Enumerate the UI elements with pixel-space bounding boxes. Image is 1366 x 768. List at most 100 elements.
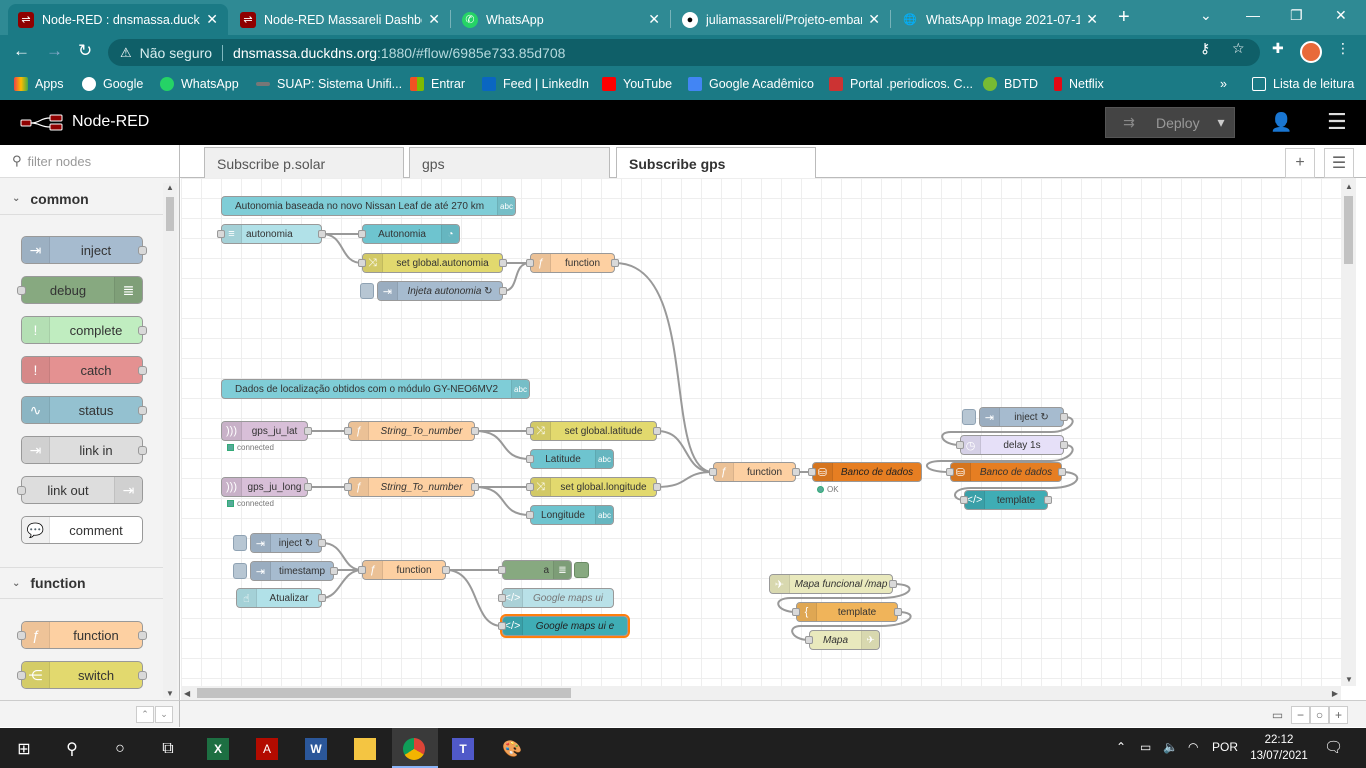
deploy-button[interactable]: ⇉ Deploy ▾ (1105, 107, 1235, 138)
debug-node-a[interactable]: a ≣ (498, 560, 572, 580)
expand-all-icon[interactable]: ⌄ (155, 706, 173, 723)
tab-search-icon[interactable]: ⌄ (1200, 7, 1212, 24)
change-node-latitude[interactable]: ⤨ set global.latitude (526, 421, 661, 441)
scroll-left-icon[interactable]: ◀ (184, 689, 190, 698)
database-node-2[interactable]: ⛁ Banco de dados (946, 462, 1066, 482)
palette-node-link-out[interactable]: link out ⇥ (17, 476, 143, 504)
close-tab-icon[interactable]: ✕ (428, 11, 440, 28)
volume-icon[interactable]: 🔈 (1163, 740, 1178, 754)
mqtt-in-node-gps-long[interactable]: ))) gps_ju_long (221, 477, 312, 497)
user-icon[interactable]: 👤 (1270, 112, 1292, 133)
file-explorer-icon[interactable] (354, 738, 376, 760)
button-node-atualizar[interactable]: ☝ Atualizar (236, 588, 326, 608)
battery-icon[interactable]: ▭ (1140, 740, 1151, 754)
palette-node-comment[interactable]: 💬 comment (21, 516, 143, 544)
palette-category-function[interactable]: ⌄ function (0, 567, 163, 599)
menu-dots-icon[interactable]: ⋮ (1336, 40, 1350, 57)
template-node-gmaps-disabled[interactable]: </> Google maps ui (498, 588, 614, 608)
gauge-node-autonomia[interactable]: Autonomia ◔ (358, 224, 460, 244)
canvas-vertical-scrollbar[interactable]: ▲ ▼ (1341, 178, 1356, 686)
browser-tab-github[interactable]: ● juliamassareli/Projeto-embar ✕ (672, 4, 890, 35)
inject-node-timestamp[interactable]: ⇥ timestamp (250, 561, 338, 581)
minimize-icon[interactable]: — (1246, 7, 1260, 23)
browser-tab-dashboard[interactable]: ⇌ Node-RED Massareli Dashboa ✕ (230, 4, 450, 35)
palette-node-link-in[interactable]: ⇥ link in (21, 436, 147, 464)
scroll-down-icon[interactable]: ▼ (1345, 675, 1353, 684)
bookmark-linkedin[interactable]: Feed | LinkedIn (482, 77, 589, 91)
scroll-down-icon[interactable]: ▼ (166, 689, 174, 698)
palette-node-switch[interactable]: ⋲ switch (17, 661, 147, 689)
word-icon[interactable]: W (305, 738, 327, 760)
bookmark-google[interactable]: Google (82, 77, 143, 91)
comment-node[interactable]: Dados de localização obtidos com o módul… (221, 379, 530, 399)
zoom-reset-icon[interactable]: ○ (1310, 706, 1329, 724)
windows-start-icon[interactable]: ⊞ (13, 738, 35, 760)
scroll-up-icon[interactable]: ▲ (166, 183, 174, 192)
close-tab-icon[interactable]: ✕ (648, 11, 660, 28)
add-flow-icon[interactable]: + (1285, 148, 1315, 178)
language-indicator[interactable]: POR (1212, 740, 1238, 754)
inject-trigger-button[interactable] (233, 563, 247, 579)
function-node-top[interactable]: ƒ function (526, 253, 619, 273)
function-node-string-to-number-lat[interactable]: ƒ String_To_number (344, 421, 479, 441)
bookmark-entrar[interactable]: Entrar (410, 77, 465, 91)
key-icon[interactable]: ⚷ (1200, 40, 1210, 57)
bookmark-suap[interactable]: SUAP: Sistema Unifi... (256, 77, 402, 91)
function-node-mid[interactable]: ƒ function (709, 462, 800, 482)
scrollbar-thumb[interactable] (1344, 196, 1353, 264)
tab-gps[interactable]: gps (409, 147, 610, 179)
scroll-right-icon[interactable]: ▶ (1332, 689, 1338, 698)
palette-node-catch[interactable]: ! catch (21, 356, 147, 384)
palette-node-status[interactable]: ∿ status (21, 396, 147, 424)
database-node-1[interactable]: ⛁ Banco de dados (808, 462, 922, 482)
profile-avatar[interactable] (1300, 41, 1322, 63)
slider-node-autonomia[interactable]: ≡ autonomia (217, 224, 326, 244)
browser-tab-nodered[interactable]: ⇌ Node-RED : dnsmassa.duckdn ✕ (8, 4, 228, 35)
close-tab-icon[interactable]: ✕ (206, 11, 218, 28)
zoom-in-icon[interactable]: + (1329, 706, 1348, 724)
inject-node-bottom[interactable]: ⇥ inject ↻ (250, 533, 326, 553)
notifications-icon[interactable]: 🗨 (1324, 738, 1343, 756)
scroll-up-icon[interactable]: ▲ (1345, 182, 1353, 191)
bookmark-netflix[interactable]: Netflix (1054, 77, 1104, 91)
inject-trigger-button[interactable] (360, 283, 374, 299)
flow-canvas[interactable]: Autonomia baseada no novo Nissan Leaf de… (181, 178, 1341, 686)
text-node-latitude[interactable]: Latitude abc (526, 449, 614, 469)
reading-list-button[interactable]: Lista de leitura (1252, 77, 1354, 91)
palette-node-inject[interactable]: ⇥ inject (21, 236, 147, 264)
new-tab-button[interactable]: + (1118, 6, 1130, 29)
function-node-bottom[interactable]: ƒ function (358, 560, 450, 580)
scrollbar-thumb[interactable] (166, 197, 174, 231)
inject-node-autonomia[interactable]: ⇥ Injeta autonomia ↻ (377, 281, 507, 301)
inject-trigger-button[interactable] (233, 535, 247, 551)
extensions-icon[interactable]: ✚ (1272, 40, 1284, 57)
acrobat-icon[interactable]: A (256, 738, 278, 760)
template-node-right[interactable]: </> template (960, 490, 1052, 510)
deploy-menu-caret-icon[interactable]: ▾ (1208, 114, 1234, 131)
change-node-longitude[interactable]: ⤨ set global.longitude (526, 477, 661, 497)
search-icon[interactable]: ⚲ (61, 738, 83, 760)
bookmark-bdtd[interactable]: BDTD (983, 77, 1038, 91)
forward-icon[interactable]: → (46, 41, 63, 61)
scrollbar-thumb[interactable] (197, 688, 571, 698)
debug-toggle-button[interactable] (574, 562, 589, 578)
template-node-gmaps-selected[interactable]: </> Google maps ui e (498, 614, 630, 638)
restore-icon[interactable]: ❐ (1290, 7, 1303, 24)
delay-node[interactable]: ◷ delay 1s (956, 435, 1068, 455)
excel-icon[interactable]: X (207, 738, 229, 760)
bookmark-periodicos[interactable]: Portal .periodicos. C... (829, 77, 973, 91)
teams-icon[interactable]: T (452, 738, 474, 760)
template-node-map[interactable]: { template (792, 602, 902, 622)
change-node-autonomia[interactable]: ⤨ set global.autonomia (358, 253, 507, 273)
address-bar[interactable]: ⚠ Não seguro dnsmassa.duckdns.org :1880/… (108, 39, 1260, 66)
star-icon[interactable]: ☆ (1232, 40, 1245, 57)
palette-node-function[interactable]: ƒ function (17, 621, 147, 649)
task-view-icon[interactable]: ⧉ (157, 738, 179, 760)
wifi-icon[interactable]: ◠ (1188, 740, 1198, 754)
function-node-string-to-number-long[interactable]: ƒ String_To_number (344, 477, 479, 497)
comment-node[interactable]: Autonomia baseada no novo Nissan Leaf de… (221, 196, 516, 216)
close-window-icon[interactable]: ✕ (1335, 7, 1347, 24)
tray-chevron-icon[interactable]: ⌃ (1116, 740, 1126, 754)
back-icon[interactable]: ← (13, 41, 30, 61)
close-tab-icon[interactable]: ✕ (868, 11, 880, 28)
